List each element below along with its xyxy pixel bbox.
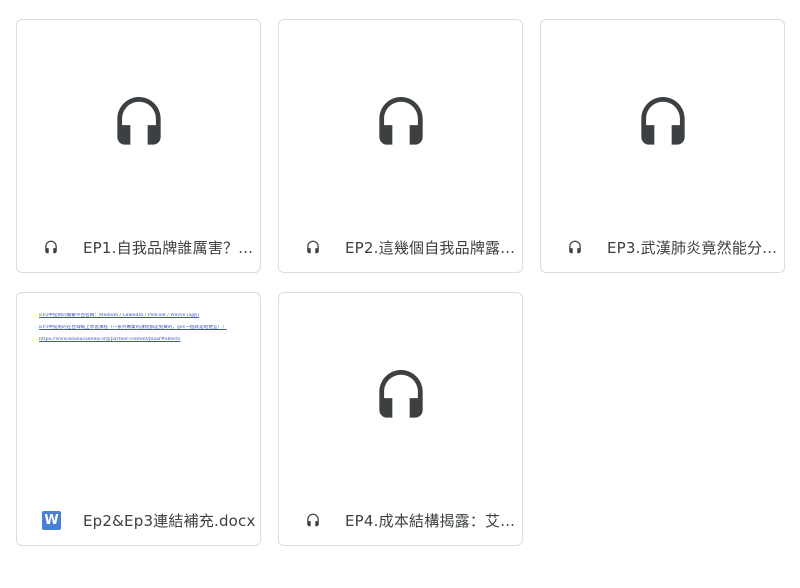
document-preview-text: EP2中提到的聯繫平台名稱：Medium / LinkedIn / Podcas… bbox=[39, 313, 244, 349]
headphones-icon bbox=[304, 239, 321, 256]
file-name: EP4.成本結構揭露：艾... bbox=[345, 511, 516, 530]
file-name: Ep2&Ep3連結補充.docx bbox=[83, 511, 256, 530]
preview-line: https://www.khanacademy.org/partner-cont… bbox=[39, 337, 181, 342]
file-name: EP2.這幾個自我品牌露... bbox=[345, 238, 516, 257]
headphones-icon bbox=[375, 94, 427, 152]
headphones-icon bbox=[637, 94, 689, 152]
document-preview: EP2中提到的聯繫平台名稱：Medium / LinkedIn / Podcas… bbox=[17, 293, 260, 498]
file-card-ep2[interactable]: EP2.這幾個自我品牌露... bbox=[278, 19, 523, 273]
headphones-icon bbox=[42, 239, 59, 256]
headphones-icon bbox=[304, 512, 321, 529]
file-name: EP3.武漢肺炎竟然能分... bbox=[607, 238, 778, 257]
file-card-footer: EP1.自我品牌誰厲害？... bbox=[17, 222, 260, 272]
file-card-ep1[interactable]: EP1.自我品牌誰厲害？... bbox=[16, 19, 261, 273]
headphones-icon bbox=[566, 239, 583, 256]
word-doc-icon: W bbox=[42, 510, 61, 530]
file-card-footer: EP3.武漢肺炎竟然能分... bbox=[541, 222, 784, 272]
file-card-docx[interactable]: EP2中提到的聯繫平台名稱：Medium / LinkedIn / Podcas… bbox=[16, 292, 261, 546]
file-thumbnail bbox=[17, 20, 260, 225]
file-card-ep4[interactable]: EP4.成本結構揭露：艾... bbox=[278, 292, 523, 546]
headphones-icon bbox=[375, 367, 427, 425]
file-card-footer: EP2.這幾個自我品牌露... bbox=[279, 222, 522, 272]
file-card-footer: EP4.成本結構揭露：艾... bbox=[279, 495, 522, 545]
file-thumbnail bbox=[541, 20, 784, 225]
headphones-icon bbox=[113, 94, 165, 152]
file-card-ep3[interactable]: EP3.武漢肺炎竟然能分... bbox=[540, 19, 785, 273]
file-thumbnail bbox=[279, 20, 522, 225]
file-card-footer: W Ep2&Ep3連結補充.docx bbox=[17, 495, 260, 545]
file-name: EP1.自我品牌誰厲害？... bbox=[83, 238, 254, 257]
file-thumbnail bbox=[279, 293, 522, 498]
preview-line: EP2中提到的聯繫平台名稱：Medium / LinkedIn / Podcas… bbox=[39, 313, 199, 318]
preview-line: EP3中提到的在台灣線上學習課程（一系列專業的課程都是免費的，gov一個就是啦便… bbox=[39, 325, 227, 330]
